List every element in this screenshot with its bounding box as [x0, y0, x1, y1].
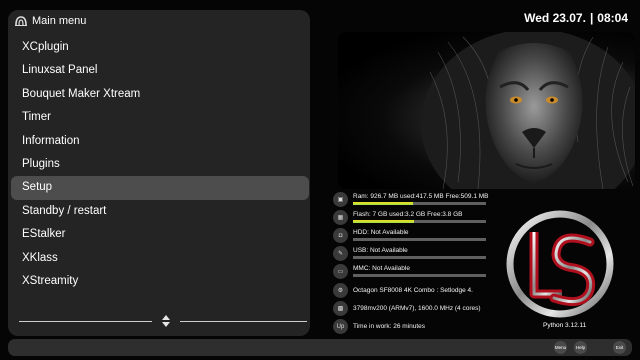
menu-item-estalker[interactable]: EStalker: [11, 223, 309, 246]
menu-item-plugins[interactable]: Plugins: [11, 153, 309, 176]
menu-title: Main menu: [32, 15, 87, 27]
menu-item-timer[interactable]: Timer: [11, 106, 309, 129]
menu-item-information[interactable]: Information: [11, 130, 309, 153]
menu-item-linuxsat-panel[interactable]: Linuxsat Panel: [11, 59, 309, 82]
bottom-button-bar: Menu Help Exit: [8, 339, 632, 356]
receiver-icon: ⚙: [333, 283, 348, 298]
flash-usage-bar: [353, 220, 486, 223]
ram-usage-fill: [353, 202, 413, 205]
hdd-info-text: HDD: Not Available: [353, 229, 409, 236]
clock-separator: |: [589, 11, 594, 25]
menu-divider: [19, 321, 152, 322]
flash-chip-icon: ▦: [333, 210, 348, 225]
menu-list: XCplugin Linuxsat Panel Bouquet Maker Xt…: [11, 36, 309, 293]
usb-usage-bar: [353, 256, 486, 259]
flash-info-row: ▦ Flash: 7 GB used:3.2 GB Free:3.8 GB: [333, 210, 488, 227]
cpu-info-row: ▩ 3798mv200 (ARMv7), 1600.0 MHz (4 cores…: [333, 301, 488, 318]
lion-image: [421, 32, 635, 189]
menu-key-button[interactable]: Menu: [554, 341, 567, 354]
cpu-icon: ▩: [333, 301, 348, 316]
date-time-display: Wed 23.07. | 08:04: [524, 11, 628, 25]
ram-info-text: Ram: 926.7 MB used:417.5 MB Free:509.1 M…: [353, 193, 489, 200]
uptime-info-text: Time in work: 26 minutes: [353, 323, 426, 330]
skin-logo-icon: [506, 210, 614, 318]
mmc-card-icon: ▭: [333, 264, 348, 279]
receiver-info-text: Octagon SF8008 4K Combo : Setlodge 4.: [353, 287, 473, 294]
menu-item-standby-restart[interactable]: Standby / restart: [11, 200, 309, 223]
menu-divider: [180, 321, 307, 322]
menu-item-bouquet-maker-xtream[interactable]: Bouquet Maker Xtream: [11, 83, 309, 106]
menu-item-setup[interactable]: Setup: [11, 176, 309, 200]
hdd-info-row: ◘ HDD: Not Available: [333, 228, 488, 245]
menu-item-xstreamity[interactable]: XStreamity: [11, 270, 309, 293]
uptime-icon: Up: [333, 319, 348, 334]
menu-header: Main menu: [14, 12, 86, 30]
hdd-usage-bar: [353, 238, 486, 241]
flash-info-text: Flash: 7 GB used:3.2 GB Free:3.8 GB: [353, 211, 463, 218]
usb-icon: ✎: [333, 246, 348, 261]
mmc-info-text: MMC: Not Available: [353, 265, 410, 272]
scroll-up-down-icon[interactable]: [159, 313, 173, 329]
hdd-icon: ◘: [333, 228, 348, 243]
openatv-logo-icon: [15, 16, 27, 26]
ram-info-row: ▣ Ram: 926.7 MB used:417.5 MB Free:509.1…: [333, 192, 488, 209]
exit-key-button[interactable]: Exit: [613, 341, 626, 354]
python-version-label: Python 3.12.11: [543, 322, 587, 329]
ram-usage-bar: [353, 202, 486, 205]
mmc-usage-bar: [353, 274, 486, 277]
receiver-info-row: ⚙ Octagon SF8008 4K Combo : Setlodge 4.: [333, 283, 488, 300]
date-text: Wed 23.07.: [524, 11, 586, 25]
usb-info-text: USB: Not Available: [353, 247, 408, 254]
usb-info-row: ✎ USB: Not Available: [333, 246, 488, 263]
help-key-button[interactable]: Help: [574, 341, 587, 354]
main-menu-panel: Main menu XCplugin Linuxsat Panel Bouque…: [8, 10, 310, 336]
ram-chip-icon: ▣: [333, 192, 348, 207]
time-text: 08:04: [597, 11, 628, 25]
mmc-info-row: ▭ MMC: Not Available: [333, 264, 488, 281]
flash-usage-fill: [353, 220, 415, 223]
menu-item-xcplugin[interactable]: XCplugin: [11, 36, 309, 59]
menu-item-xklass[interactable]: XKlass: [11, 247, 309, 270]
background-picture-lion: [338, 32, 635, 189]
uptime-info-row: Up Time in work: 26 minutes: [333, 319, 488, 336]
cpu-info-text: 3798mv200 (ARMv7), 1600.0 MHz (4 cores): [353, 305, 481, 312]
